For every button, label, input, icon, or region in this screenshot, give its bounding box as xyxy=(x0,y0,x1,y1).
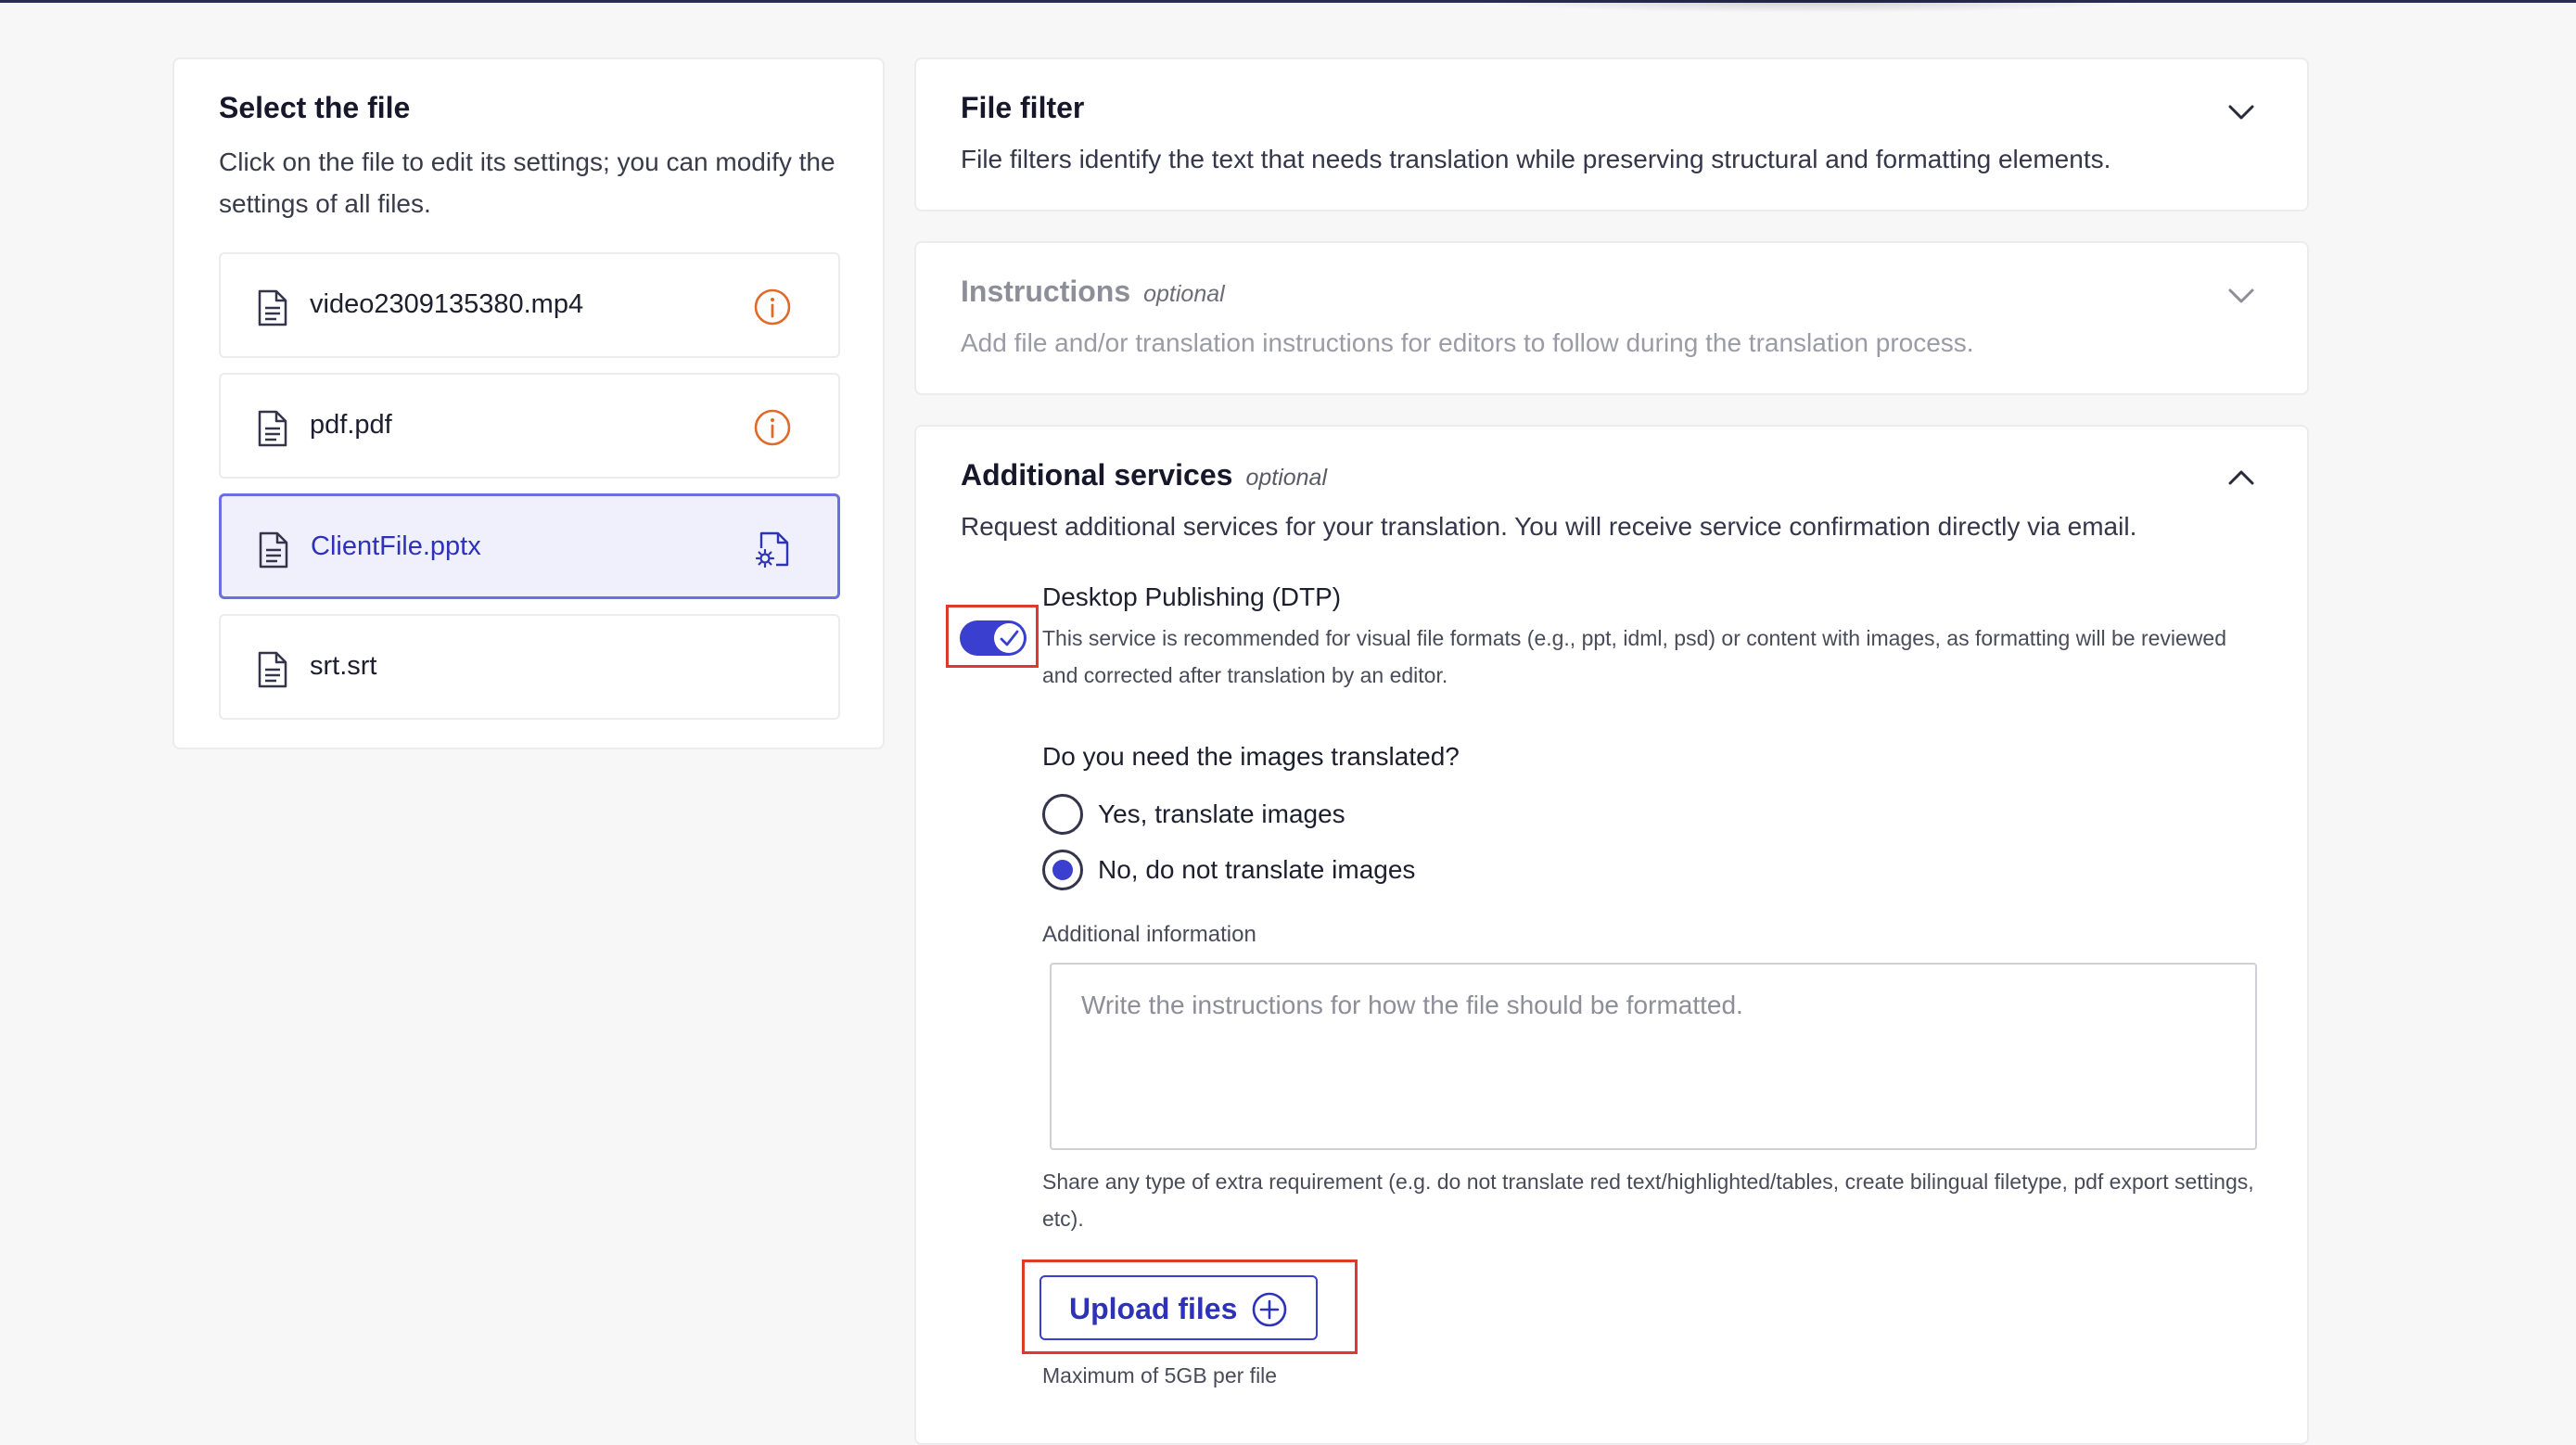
file-filter-title: File filter xyxy=(961,91,1085,124)
radio-label: Yes, translate images xyxy=(1098,799,1345,828)
file-name: srt.srt xyxy=(310,651,377,681)
optional-tag: optional xyxy=(1245,465,1328,491)
upload-files-button[interactable]: Upload files xyxy=(1039,1275,1318,1340)
instructions-title: Instructions optional xyxy=(961,275,1225,309)
images-question: Do you need the images translated? xyxy=(1042,742,1460,771)
dtp-toggle-highlight xyxy=(946,605,1039,668)
document-icon xyxy=(258,410,287,447)
additional-services-card: Additional services optional Request addi… xyxy=(914,425,2309,1445)
dropdown-shadow xyxy=(1465,0,2151,13)
instructions-card[interactable]: Instructions optional Add file and/or tra… xyxy=(914,241,2309,395)
document-icon xyxy=(258,651,287,688)
upload-files-label: Upload files xyxy=(1069,1292,1238,1325)
radio-label: No, do not translate images xyxy=(1098,855,1416,884)
additional-information-label: Additional information xyxy=(1042,922,1256,947)
file-name: video2309135380.mp4 xyxy=(310,289,584,319)
file-item-pdf[interactable]: pdf.pdf xyxy=(219,373,840,479)
chevron-down-icon[interactable] xyxy=(2227,104,2255,121)
instructions-title-text: Instructions xyxy=(961,275,1131,308)
file-settings-icon[interactable] xyxy=(754,530,793,569)
file-filter-description: File filters identify the text that need… xyxy=(961,145,2111,173)
plus-circle-icon xyxy=(1252,1292,1287,1327)
optional-tag: optional xyxy=(1143,281,1225,307)
document-icon xyxy=(259,531,288,569)
toggle-knob xyxy=(994,623,1024,653)
dtp-toggle[interactable] xyxy=(960,620,1027,656)
radio-button[interactable] xyxy=(1042,794,1083,835)
document-icon xyxy=(258,289,287,326)
dtp-title: Desktop Publishing (DTP) xyxy=(1042,582,1342,611)
file-filter-card[interactable]: File filter File filters identify the te… xyxy=(914,58,2309,211)
info-icon[interactable] xyxy=(753,408,792,447)
select-file-panel: Select the file Click on the file to edi… xyxy=(172,58,885,749)
additional-services-title: Additional services optional xyxy=(961,458,1327,492)
file-name: ClientFile.pptx xyxy=(311,531,481,561)
dtp-description: This service is recommended for visual f… xyxy=(1042,626,2226,687)
check-icon xyxy=(1000,630,1019,646)
upload-highlight: Upload files xyxy=(1022,1260,1358,1354)
file-item-clientfile[interactable]: ClientFile.pptx xyxy=(219,493,840,599)
file-item-srt[interactable]: srt.srt xyxy=(219,614,840,720)
top-bar xyxy=(0,0,2576,3)
radio-button[interactable] xyxy=(1042,850,1083,890)
info-icon[interactable] xyxy=(753,288,792,326)
additional-services-description: Request additional services for your tra… xyxy=(961,512,2137,541)
chevron-down-icon[interactable] xyxy=(2227,288,2255,304)
select-file-title: Select the file xyxy=(219,91,411,124)
additional-information-input[interactable] xyxy=(1050,963,2257,1150)
additional-services-title-text: Additional services xyxy=(961,458,1233,492)
extra-requirement-note: Share any type of extra requirement (e.g… xyxy=(1042,1170,2254,1231)
max-file-size-note: Maximum of 5GB per file xyxy=(1042,1363,1278,1387)
select-file-description: Click on the file to edit its settings; … xyxy=(219,147,835,218)
file-item-video[interactable]: video2309135380.mp4 xyxy=(219,252,840,358)
chevron-up-icon[interactable] xyxy=(2227,469,2255,486)
file-name: pdf.pdf xyxy=(310,410,392,440)
instructions-description: Add file and/or translation instructions… xyxy=(961,328,1974,357)
